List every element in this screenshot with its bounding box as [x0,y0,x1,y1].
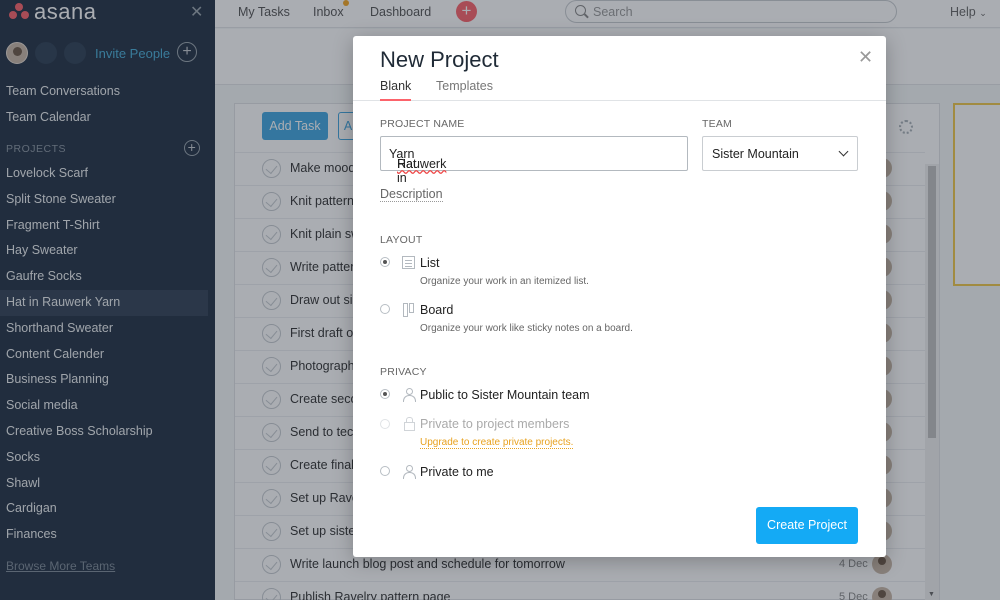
project-name-value: Hat in Rauwerk Yarn [389,147,446,185]
layout-list-label[interactable]: List [420,256,439,270]
layout-board-description: Organize your work like sticky notes on … [420,323,633,334]
dialog-title: New Project [380,47,499,72]
team-select[interactable]: Sister Mountain [702,136,858,171]
privacy-label: PRIVACY [380,366,427,378]
team-label: TEAM [702,118,732,130]
privacy-members-radio [380,419,390,429]
privacy-public-label[interactable]: Public to Sister Mountain team [420,388,590,402]
layout-list-radio[interactable] [380,257,390,267]
new-project-dialog: New Project ✕ Blank Templates PROJECT NA… [353,36,886,557]
layout-board-radio[interactable] [380,304,390,314]
board-icon [402,303,415,317]
layout-label: LAYOUT [380,234,423,246]
create-project-button[interactable]: Create Project [756,507,858,544]
person-icon [402,465,416,479]
privacy-members-label: Private to project members [420,417,570,431]
upgrade-link[interactable]: Upgrade to create private projects. [420,437,574,449]
list-icon [402,256,415,269]
tab-blank[interactable]: Blank [380,79,412,101]
team-person-icon [402,388,416,402]
layout-board-label[interactable]: Board [420,303,453,317]
description-link[interactable]: Description [380,187,443,202]
privacy-me-label[interactable]: Private to me [420,465,494,479]
team-select-value: Sister Mountain [712,147,799,161]
layout-list-description: Organize your work in an itemized list. [420,276,589,287]
project-type-tabs: Blank Templates [353,79,886,101]
privacy-me-radio[interactable] [380,466,390,476]
project-name-input[interactable]: Hat in Rauwerk Yarn [380,136,688,185]
privacy-public-radio[interactable] [380,389,390,399]
project-name-label: PROJECT NAME [380,118,465,130]
close-icon[interactable]: ✕ [858,47,873,68]
project-name-misspelled-word: Rauwerk [397,157,447,171]
chevron-down-icon [838,146,849,157]
lock-icon [403,417,416,431]
tab-templates[interactable]: Templates [436,79,493,101]
